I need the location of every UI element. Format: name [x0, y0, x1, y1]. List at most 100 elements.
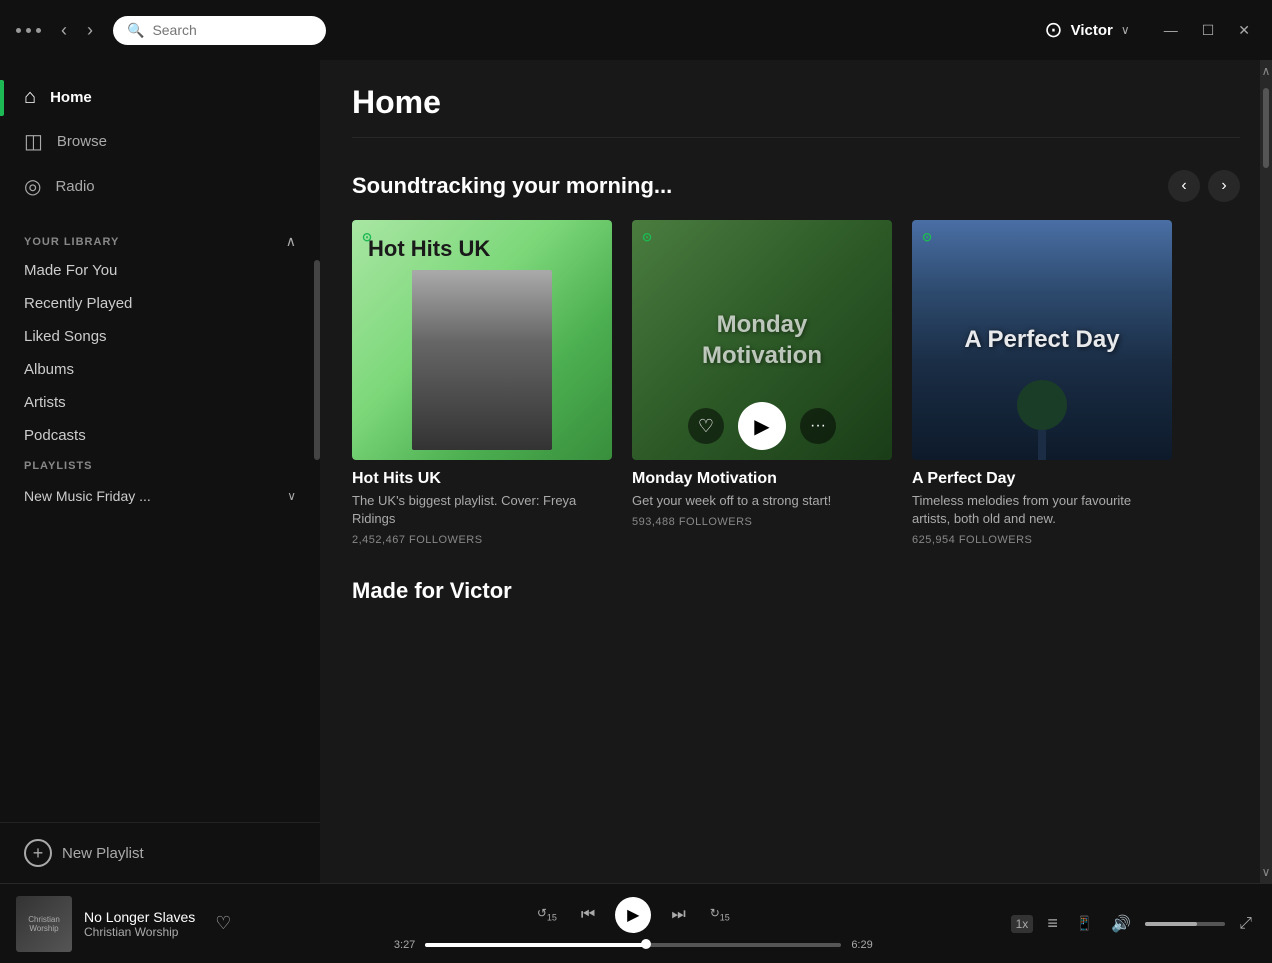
nav-arrows: ‹ › — [53, 16, 101, 45]
spotify-logo: ⊙ — [642, 230, 652, 244]
track-artist: Christian Worship — [84, 925, 195, 939]
hot-hits-title-overlay: Hot Hits UK — [368, 236, 490, 262]
play-pause-button[interactable]: ▶ — [615, 897, 651, 933]
section-next-button[interactable]: › — [1208, 170, 1240, 202]
card-description: Timeless melodies from your favourite ar… — [912, 492, 1172, 528]
section-prev-button[interactable]: ‹ — [1168, 170, 1200, 202]
page-title: Home — [352, 84, 1240, 121]
sidebar-item-label: Browse — [57, 133, 107, 150]
library-header: YOUR LIBRARY ∧ — [0, 217, 320, 254]
radio-icon: ◎ — [24, 174, 41, 199]
soundtracking-section: Soundtracking your morning... ‹ › ⊙ Hot … — [320, 162, 1272, 570]
track-name: No Longer Slaves — [84, 909, 195, 925]
prev-button[interactable]: ⏮ — [577, 902, 599, 928]
track-info: No Longer Slaves Christian Worship — [84, 909, 195, 939]
sidebar-item-label: Home — [50, 89, 92, 106]
menu-dots[interactable] — [16, 28, 41, 33]
album-art-figure — [412, 270, 552, 450]
right-controls: 1x ≡ 📱 🔊 ⤢ — [1011, 909, 1256, 938]
user-name: Victor — [1071, 22, 1113, 39]
more-button[interactable]: ··· — [800, 408, 836, 444]
total-time: 6:29 — [851, 939, 883, 951]
progress-fill — [425, 943, 645, 947]
content-header: Home — [320, 60, 1272, 162]
spotify-logo: ⊙ — [922, 230, 932, 244]
card-followers: 593,488 FOLLOWERS — [632, 516, 892, 528]
search-bar[interactable]: 🔍 — [113, 16, 326, 45]
card-a-perfect-day[interactable]: ⊙ A Perfect Day A Perfect Day Timeless m… — [912, 220, 1172, 546]
control-buttons: ↺15 ⏮ ▶ ⏭ ↻15 — [533, 897, 734, 933]
scrollbar-thumb[interactable] — [1263, 88, 1269, 168]
scrollbar-up-button[interactable]: ∧ — [1260, 62, 1272, 80]
love-button[interactable]: ♡ — [688, 408, 724, 444]
perfect-day-title-overlay: A Perfect Day — [964, 326, 1119, 354]
play-button[interactable]: ▶ — [738, 402, 786, 450]
sidebar-link-podcasts[interactable]: Podcasts — [0, 419, 320, 452]
sidebar-link-recently-played[interactable]: Recently Played — [0, 287, 320, 320]
cards-row: ⊙ Hot Hits UK Hot Hits UK The UK's bigge… — [352, 220, 1240, 546]
new-playlist-button[interactable]: + New Playlist — [0, 822, 320, 883]
device-button[interactable]: 📱 — [1072, 911, 1097, 936]
section-nav: ‹ › — [1168, 170, 1240, 202]
card-description: Get your week off to a strong start! — [632, 492, 892, 510]
user-icon: ⊙ — [1044, 17, 1062, 43]
card-description: The UK's biggest playlist. Cover: Freya … — [352, 492, 612, 528]
title-bar: ‹ › 🔍 ⊙ Victor ∨ — ☐ ✕ — [0, 0, 1272, 60]
album-art: Christian Worship — [16, 896, 72, 952]
card-title: Hot Hits UK — [352, 470, 612, 488]
search-icon: 🔍 — [127, 22, 144, 39]
made-for-section: Made for Victor — [320, 570, 1272, 604]
volume-button[interactable]: 🔊 — [1107, 910, 1135, 938]
window-controls: — ☐ ✕ — [1158, 20, 1256, 41]
minimize-button[interactable]: — — [1158, 20, 1184, 41]
sidebar-nav: ⌂ Home ◫ Browse ◎ Radio — [0, 60, 320, 217]
back-button[interactable]: ‹ — [53, 16, 75, 45]
sidebar-link-liked-songs[interactable]: Liked Songs — [0, 320, 320, 353]
scrollbar-track[interactable]: ∧ ∨ — [1260, 60, 1272, 883]
home-icon: ⌂ — [24, 86, 36, 109]
sidebar-link-artists[interactable]: Artists — [0, 386, 320, 419]
user-menu[interactable]: ⊙ Victor ∨ — [1044, 17, 1129, 43]
volume-bar[interactable] — [1145, 922, 1225, 926]
plus-icon: + — [24, 839, 52, 867]
card-followers: 2,452,467 FOLLOWERS — [352, 534, 612, 546]
search-input[interactable] — [152, 22, 312, 38]
playlists-title: PLAYLISTS — [24, 460, 296, 472]
card-image: ⊙ MondayMotivation ♡ ▶ ··· — [632, 220, 892, 460]
active-indicator — [0, 80, 4, 116]
app-body: ⌂ Home ◫ Browse ◎ Radio YOUR LIBRARY — [0, 60, 1272, 883]
card-hot-hits-uk[interactable]: ⊙ Hot Hits UK Hot Hits UK The UK's bigge… — [352, 220, 612, 546]
current-time: 3:27 — [383, 939, 415, 951]
player-bar: Christian Worship No Longer Slaves Chris… — [0, 883, 1272, 963]
forward-button[interactable]: › — [79, 16, 101, 45]
progress-row: 3:27 6:29 — [383, 939, 883, 951]
queue-button[interactable]: ≡ — [1043, 909, 1062, 938]
scrollbar-down-button[interactable]: ∨ — [1260, 863, 1272, 881]
volume-fill — [1145, 922, 1197, 926]
new-playlist-label: New Playlist — [62, 845, 144, 862]
sidebar-link-made-for-you[interactable]: Made For You — [0, 254, 320, 287]
close-button[interactable]: ✕ — [1232, 20, 1256, 41]
sidebar-item-home[interactable]: ⌂ Home — [0, 76, 320, 119]
album-art-label: Christian Worship — [16, 911, 72, 937]
expand-button[interactable]: ⤢ — [1235, 911, 1256, 937]
playlists-section: PLAYLISTS New Music Friday ... ∨ — [0, 452, 320, 516]
card-title: A Perfect Day — [912, 470, 1172, 488]
sidebar-link-albums[interactable]: Albums — [0, 353, 320, 386]
sidebar-item-browse[interactable]: ◫ Browse — [0, 119, 320, 164]
section-title: Soundtracking your morning... — [352, 173, 672, 199]
progress-bar[interactable] — [425, 943, 841, 947]
sidebar-item-radio[interactable]: ◎ Radio — [0, 164, 320, 209]
speed-label[interactable]: 1x — [1011, 915, 1034, 933]
list-item[interactable]: New Music Friday ... ∨ — [24, 480, 296, 512]
heart-button[interactable]: ♡ — [215, 913, 231, 934]
library-collapse-icon[interactable]: ∧ — [286, 233, 296, 250]
next-button[interactable]: ⏭ — [667, 902, 689, 928]
library-title: YOUR LIBRARY — [24, 236, 119, 248]
forward-button[interactable]: ↻15 — [706, 902, 734, 926]
sidebar: ⌂ Home ◫ Browse ◎ Radio YOUR LIBRARY — [0, 60, 320, 883]
card-monday-motivation[interactable]: ⊙ MondayMotivation ♡ ▶ ··· Monday Motiva… — [632, 220, 892, 546]
maximize-button[interactable]: ☐ — [1196, 20, 1221, 41]
rewind-button[interactable]: ↺15 — [533, 902, 561, 926]
card-image: ⊙ Hot Hits UK — [352, 220, 612, 460]
